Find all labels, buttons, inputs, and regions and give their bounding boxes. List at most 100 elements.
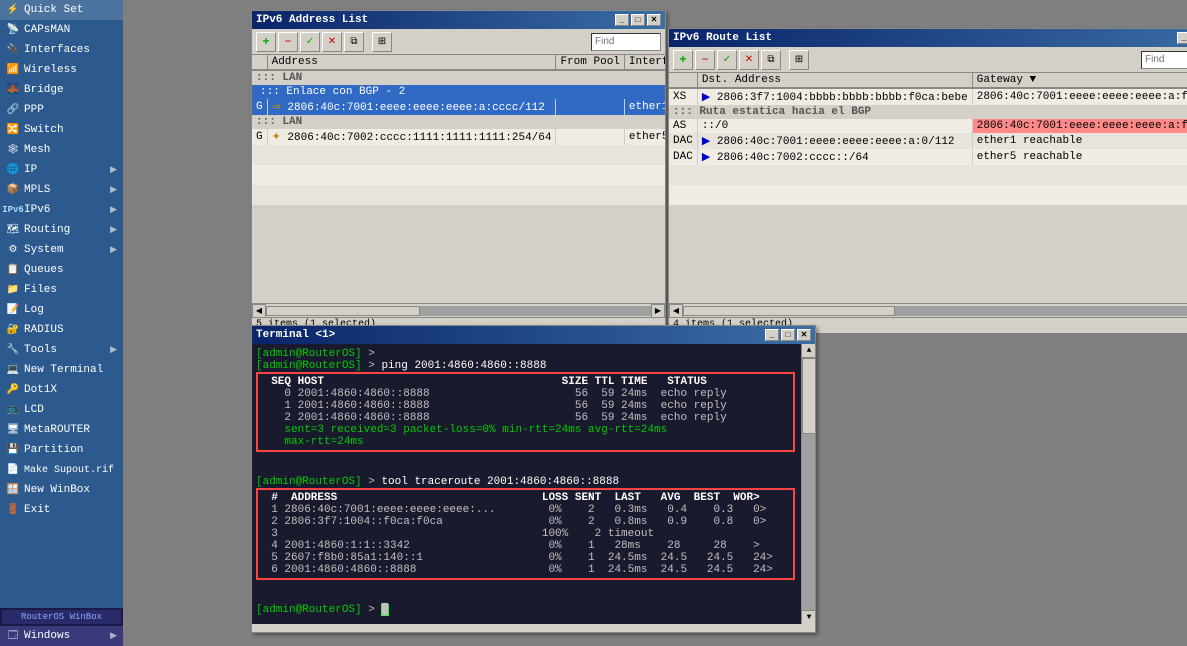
sidebar-item-bridge[interactable]: 🌉 Bridge	[0, 80, 123, 100]
lcd-icon: 📺	[6, 403, 20, 417]
sidebar-item-wireless[interactable]: 📶 Wireless	[0, 60, 123, 80]
ipv6-addr-maximize[interactable]: □	[631, 14, 645, 26]
ipv6-route-disable-btn[interactable]: ✕	[739, 50, 759, 70]
sidebar-item-system[interactable]: ⚙ System ▶	[0, 240, 123, 260]
sidebar-item-tools[interactable]: 🔧 Tools ▶	[0, 340, 123, 360]
ipv6-addr-filter-btn[interactable]: ⊞	[372, 32, 392, 52]
sidebar-item-switch[interactable]: 🔀 Switch	[0, 120, 123, 140]
ipv6-addr-close[interactable]: ✕	[647, 14, 661, 26]
sidebar-item-dot1x[interactable]: 🔑 Dot1X	[0, 380, 123, 400]
ipv6-addr-col-flag[interactable]	[252, 55, 267, 70]
ipv6-addr-titlebar[interactable]: IPv6 Address List _ □ ✕	[252, 11, 665, 29]
ipv6-route-copy-btn[interactable]: ⧉	[761, 50, 781, 70]
ipv6-route-table: Dst. Address Gateway ▼ XS ▶ 2806:3f7:100…	[669, 73, 1187, 205]
hscroll-left[interactable]: ◀	[669, 304, 683, 318]
terminal-maximize[interactable]: □	[781, 329, 795, 341]
table-row[interactable]: XS ▶ 2806:3f7:1004:bbbb:bbbb:bbbb:f0ca:b…	[669, 88, 1187, 105]
ipv6-address-list-window: IPv6 Address List _ □ ✕ + − ✓ ✕ ⧉	[251, 10, 666, 325]
sidebar-item-metarouter[interactable]: 🖥 MetaROUTER	[0, 420, 123, 440]
ipv6-route-col-dst[interactable]: Dst. Address	[697, 73, 972, 88]
mpls-icon: 📦	[6, 183, 20, 197]
table-row[interactable]: AS ::/0 2806:40c:7001:eeee:eeee:eeee:a:f…	[669, 119, 1187, 133]
sidebar-item-ip[interactable]: 🌐 IP ▶	[0, 160, 123, 180]
row-gw: 2806:40c:7001:eeee:eeee:eeee:a:ffff reac…	[972, 119, 1187, 133]
ipv6-route-add-btn[interactable]: +	[673, 50, 693, 70]
ipv6-route-filter-btn[interactable]: ⊞	[789, 50, 809, 70]
sidebar-item-windows[interactable]: 🗔 Windows ▶	[0, 626, 123, 646]
hscroll-track[interactable]	[266, 306, 651, 316]
sidebar-item-make-supout[interactable]: 📄 Make Supout.rif	[0, 460, 123, 480]
terminal-vscroll[interactable]: ▲ ▼	[801, 344, 815, 624]
terminal-minimize[interactable]: _	[765, 329, 779, 341]
hscroll-left[interactable]: ◀	[252, 304, 266, 318]
sidebar-item-partition[interactable]: 💾 Partition	[0, 440, 123, 460]
bgp-group-route-label: ::: Ruta estatica hacia el BGP	[673, 106, 871, 118]
table-row: ::: LAN	[252, 115, 665, 129]
sidebar-item-ppp[interactable]: 🔗 PPP	[0, 100, 123, 120]
sidebar-label-system: System	[24, 244, 64, 256]
ipv6-route-minimize[interactable]: _	[1177, 32, 1187, 44]
table-row[interactable]: G ⇒ 2806:40c:7001:eeee:eeee:eeee:a:cccc/…	[252, 99, 665, 115]
sidebar-item-queues[interactable]: 📋 Queues	[0, 260, 123, 280]
row-dst: ▶ 2806:40c:7002:cccc::/64	[697, 149, 972, 165]
vscroll-up[interactable]: ▲	[802, 344, 815, 358]
table-row[interactable]: G ✦ 2806:40c:7002:cccc:1111:1111:1111:25…	[252, 129, 665, 145]
sidebar-item-mpls[interactable]: 📦 MPLS ▶	[0, 180, 123, 200]
sidebar-item-files[interactable]: 📁 Files	[0, 280, 123, 300]
ipv6-addr-col-interface[interactable]: Interf▲	[624, 55, 665, 70]
sidebar-label-make-supout: Make Supout.rif	[24, 465, 114, 476]
sidebar-item-capsman[interactable]: 📡 CAPsMAN	[0, 20, 123, 40]
hscroll-right[interactable]: ▶	[651, 304, 665, 318]
ipv6-addr-find-input[interactable]	[591, 33, 661, 51]
ipv6-addr-copy-btn[interactable]: ⧉	[344, 32, 364, 52]
sidebar-item-lcd[interactable]: 📺 LCD	[0, 400, 123, 420]
table-row[interactable]: DAC ▶ 2806:40c:7001:eeee:eeee:eeee:a:0/1…	[669, 133, 1187, 149]
ipv6-addr-col-frompool[interactable]: From Pool	[556, 55, 624, 70]
sidebar-label-metarouter: MetaROUTER	[24, 424, 90, 436]
sidebar-item-new-terminal[interactable]: 💻 New Terminal	[0, 360, 123, 380]
queues-icon: 📋	[6, 263, 20, 277]
ipv6-addr-table: Address From Pool Interf▲ ::: LAN	[252, 55, 665, 205]
sidebar-label-new-winbox: New WinBox	[24, 484, 90, 496]
ipv6-addr-add-btn[interactable]: +	[256, 32, 276, 52]
sidebar-item-routing[interactable]: 🗺 Routing ▶	[0, 220, 123, 240]
sidebar-item-ipv6[interactable]: IPv6 IPv6 ▶	[0, 200, 123, 220]
ipv6-route-enable-btn[interactable]: ✓	[717, 50, 737, 70]
ipv6-addr-hscroll[interactable]: ◀ ▶	[252, 303, 665, 317]
hscroll-track[interactable]	[683, 306, 1187, 316]
ipv6-addr-minimize[interactable]: _	[615, 14, 629, 26]
vscroll-track	[802, 358, 815, 610]
ipv6-addr-col-address[interactable]: Address	[267, 55, 556, 70]
sidebar-item-new-winbox[interactable]: 🪟 New WinBox	[0, 480, 123, 500]
terminal-body[interactable]: ▲ ▼ [admin@RouterOS] > [admin@RouterOS] …	[252, 344, 815, 624]
sidebar-label-tools: Tools	[24, 344, 57, 356]
ipv6-route-tbody: XS ▶ 2806:3f7:1004:bbbb:bbbb:bbbb:f0ca:b…	[669, 88, 1187, 205]
ipv6-addr-disable-btn[interactable]: ✕	[322, 32, 342, 52]
vscroll-down[interactable]: ▼	[802, 610, 815, 624]
ipv6-route-col-gw[interactable]: Gateway ▼	[972, 73, 1187, 88]
metarouter-icon: 🖥	[6, 423, 20, 437]
table-row[interactable]: DAC ▶ 2806:40c:7002:cccc::/64 ether5 rea…	[669, 149, 1187, 165]
ipv6-route-hscroll[interactable]: ◀ ▶	[669, 303, 1187, 317]
sidebar-label-new-terminal: New Terminal	[24, 364, 103, 376]
ipv6-addr-toolbar: + − ✓ ✕ ⧉ ⊞	[252, 29, 665, 55]
table-row[interactable]: ::: Enlace con BGP - 2	[252, 85, 665, 99]
sidebar-item-log[interactable]: 📝 Log	[0, 300, 123, 320]
terminal-titlebar[interactable]: Terminal <1> _ □ ✕	[252, 326, 815, 344]
sidebar-item-exit[interactable]: 🚪 Exit	[0, 500, 123, 520]
ipv6-addr-enable-btn[interactable]: ✓	[300, 32, 320, 52]
sidebar-item-mesh[interactable]: 🕸 Mesh	[0, 140, 123, 160]
ipv6-route-titlebar[interactable]: IPv6 Route List _ □ ✕	[669, 29, 1187, 47]
ipv6-route-find-input[interactable]	[1141, 51, 1187, 69]
ipv6-addr-remove-btn[interactable]: −	[278, 32, 298, 52]
ipv6-route-col-flag[interactable]	[669, 73, 697, 88]
ipv6-route-remove-btn[interactable]: −	[695, 50, 715, 70]
sidebar-item-interfaces[interactable]: 🔌 Interfaces	[0, 40, 123, 60]
terminal-close[interactable]: ✕	[797, 329, 811, 341]
sidebar-item-radius[interactable]: 🔐 RADIUS	[0, 320, 123, 340]
group-lan2-label: ::: LAN	[256, 116, 302, 128]
sidebar-label-mesh: Mesh	[24, 144, 50, 156]
sidebar-item-quick-set[interactable]: ⚡ Quick Set	[0, 0, 123, 20]
capsman-icon: 📡	[6, 23, 20, 37]
table-row	[252, 185, 665, 205]
